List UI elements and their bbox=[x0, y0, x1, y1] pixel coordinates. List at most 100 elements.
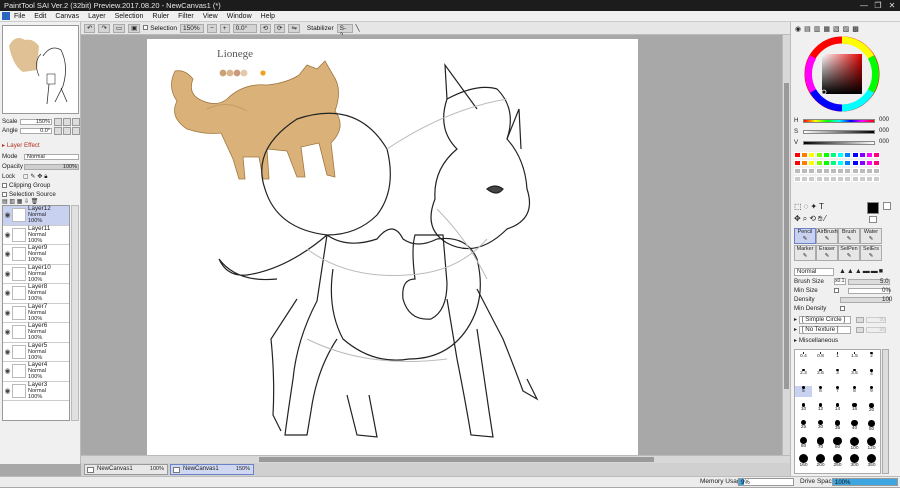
color-swatch[interactable] bbox=[858, 152, 866, 158]
brush-shape-options-button[interactable] bbox=[856, 317, 864, 323]
zoom-in-button[interactable] bbox=[63, 118, 71, 126]
color-swatch[interactable] bbox=[873, 152, 881, 158]
brush-size-preset[interactable]: 300 bbox=[846, 454, 863, 468]
color-swatch[interactable] bbox=[815, 152, 823, 158]
miscellaneous-header[interactable]: ▸ Miscellaneous bbox=[794, 337, 838, 345]
brush-size-multiplier[interactable]: x0.1 bbox=[834, 278, 846, 285]
horizontal-scroll-thumb[interactable] bbox=[259, 457, 654, 462]
color-swatch[interactable] bbox=[866, 152, 873, 158]
brush-size-preset[interactable]: 350 bbox=[863, 454, 880, 468]
brush-shape-select[interactable]: [ Simple Circle ] bbox=[798, 316, 851, 324]
layer-list-scrollbar[interactable] bbox=[71, 205, 79, 421]
brush-size-preset[interactable]: 3 bbox=[829, 369, 846, 380]
color-swatch[interactable] bbox=[794, 152, 801, 158]
brush-size-preset[interactable]: 35 bbox=[829, 420, 846, 431]
canvas-vertical-scrollbar[interactable] bbox=[782, 35, 790, 455]
invert-selection-icon[interactable]: ▣ bbox=[128, 23, 141, 33]
color-swatch[interactable] bbox=[851, 160, 859, 166]
layer-row[interactable]: ◉ Layer5 Normal 100% bbox=[3, 342, 69, 362]
color-swatch[interactable] bbox=[837, 176, 845, 182]
brush-tip-shapes[interactable]: ▲▲▲▬▬■ bbox=[839, 268, 884, 275]
zoom-select[interactable]: 150% bbox=[179, 23, 204, 33]
color-wheel[interactable] bbox=[803, 35, 881, 113]
zoom-icon[interactable]: ⌕ bbox=[803, 214, 807, 224]
brush-size-preset[interactable]: 70 bbox=[812, 437, 829, 450]
brush-size-preset[interactable]: 80 bbox=[829, 437, 846, 450]
flip-icon[interactable]: ⇋ bbox=[288, 23, 300, 33]
layer-row[interactable]: ◉ Layer7 Normal 100% bbox=[3, 303, 69, 323]
color-swatch[interactable] bbox=[866, 176, 873, 182]
zoom-out-icon[interactable]: − bbox=[206, 23, 217, 33]
color-swatch[interactable] bbox=[844, 160, 852, 166]
menu-view[interactable]: View bbox=[203, 13, 218, 20]
lock-all-icon[interactable]: 🔒︎ bbox=[44, 173, 47, 180]
color-swatch[interactable] bbox=[801, 152, 809, 158]
color-swatch-icon[interactable]: ▦ bbox=[823, 25, 830, 33]
min-size-checkbox[interactable] bbox=[834, 288, 839, 293]
brush-size-preset[interactable]: 14 bbox=[829, 403, 846, 414]
brush-size-preset[interactable]: 40 bbox=[846, 420, 863, 431]
visibility-eye-icon[interactable]: ◉ bbox=[3, 328, 12, 336]
angle-slider[interactable]: 0.0° bbox=[20, 128, 52, 134]
min-density-checkbox[interactable] bbox=[840, 306, 845, 311]
color-swatch[interactable] bbox=[801, 176, 809, 182]
vertical-scroll-thumb[interactable] bbox=[784, 83, 789, 389]
color-swatch[interactable] bbox=[801, 160, 809, 166]
brush-texture-options-button[interactable] bbox=[856, 327, 864, 333]
visibility-eye-icon[interactable]: ◉ bbox=[3, 231, 12, 239]
color-swatch[interactable] bbox=[851, 168, 859, 174]
minimize-button[interactable]: — bbox=[858, 1, 870, 10]
scale-slider[interactable]: 150% bbox=[20, 119, 52, 125]
transparent-color-swatch[interactable] bbox=[869, 216, 877, 223]
visibility-eye-icon[interactable]: ◉ bbox=[3, 250, 12, 258]
visibility-eye-icon[interactable]: ◉ bbox=[3, 387, 12, 395]
color-swatch[interactable] bbox=[851, 152, 859, 158]
lock-transparency-icon[interactable]: ▢ bbox=[23, 173, 29, 180]
color-history-icon[interactable]: ▩ bbox=[852, 25, 859, 33]
brush-size-preset[interactable]: 2.6 bbox=[812, 369, 829, 380]
layer-row[interactable]: ◉ Layer11 Normal 100% bbox=[3, 225, 69, 245]
color-swatch[interactable] bbox=[866, 160, 873, 166]
color-swatch[interactable] bbox=[794, 168, 801, 174]
redo-icon[interactable]: ↷ bbox=[98, 23, 110, 33]
tool-pencil[interactable]: Pencil ✎ bbox=[794, 228, 816, 244]
tool-eraser[interactable]: Eraser ✎ bbox=[816, 245, 838, 261]
brush-size-preset[interactable]: 7 bbox=[829, 386, 846, 397]
brush-size-preset[interactable]: 9 bbox=[863, 386, 880, 397]
tool-marker[interactable]: Marker ✎ bbox=[794, 245, 816, 261]
rgb-sliders-icon[interactable]: ▤ bbox=[804, 25, 811, 33]
scratch-pad-icon[interactable]: ▧ bbox=[833, 25, 840, 33]
hsv-slider[interactable] bbox=[803, 141, 875, 145]
canvas-horizontal-scrollbar[interactable] bbox=[81, 455, 790, 463]
color-swatch[interactable] bbox=[837, 152, 845, 158]
clipping-group-checkbox[interactable] bbox=[2, 182, 7, 188]
color-swatch[interactable] bbox=[830, 168, 837, 174]
opacity-slider[interactable]: 100% bbox=[24, 164, 79, 170]
color-swatch[interactable] bbox=[873, 176, 881, 182]
menu-canvas[interactable]: Canvas bbox=[55, 13, 79, 20]
zoom-out-button[interactable] bbox=[54, 118, 62, 126]
brush-size-preset[interactable]: 2 bbox=[863, 352, 880, 363]
brush-size-preset[interactable]: 30 bbox=[812, 420, 829, 431]
text-tool-icon[interactable]: T bbox=[819, 202, 824, 211]
brush-size-preset[interactable]: 50 bbox=[863, 420, 880, 432]
menu-help[interactable]: Help bbox=[261, 13, 275, 20]
tool-water[interactable]: Water ✎ bbox=[860, 228, 882, 244]
color-swatch[interactable] bbox=[808, 168, 816, 174]
hsv-slider[interactable] bbox=[803, 119, 875, 123]
brush-size-preset[interactable]: 160 bbox=[795, 454, 812, 468]
rotate-left-button[interactable] bbox=[54, 127, 62, 135]
move-icon[interactable]: ✥ bbox=[794, 214, 801, 224]
color-swatch[interactable] bbox=[858, 168, 866, 174]
menu-edit[interactable]: Edit bbox=[34, 13, 46, 20]
brush-size-preset[interactable]: 250 bbox=[829, 454, 846, 468]
brush-texture-select[interactable]: [ No Texture ] bbox=[798, 326, 851, 334]
visibility-eye-icon[interactable]: ◉ bbox=[3, 348, 12, 356]
color-swatch[interactable] bbox=[837, 160, 845, 166]
color-wheel-icon[interactable]: ◉ bbox=[795, 25, 801, 33]
angle-select[interactable]: 0.0° bbox=[232, 23, 257, 33]
visibility-eye-icon[interactable]: ◉ bbox=[3, 270, 12, 278]
zoom-in-icon[interactable]: + bbox=[219, 23, 230, 33]
canvas-paper[interactable]: Lionege bbox=[147, 39, 638, 455]
brush-size-preset[interactable]: 60 bbox=[795, 437, 812, 449]
